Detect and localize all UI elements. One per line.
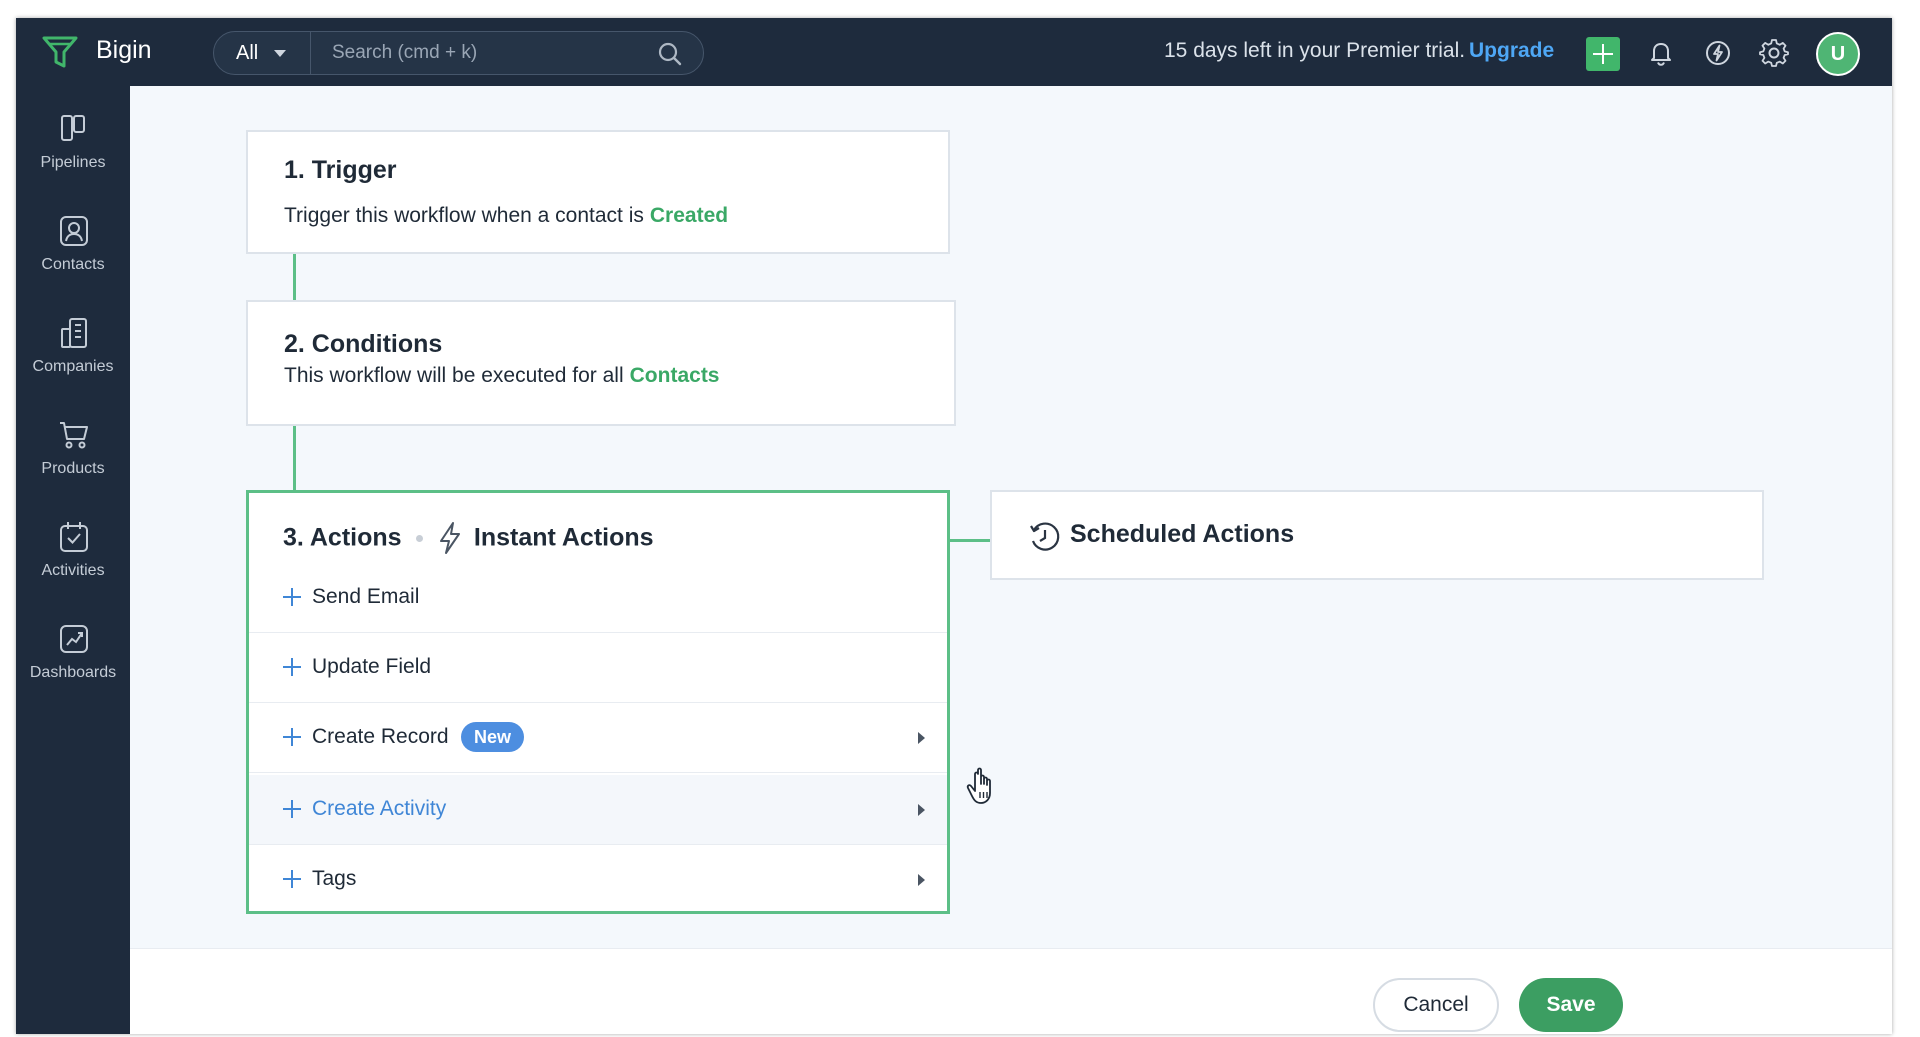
- action-update-field[interactable]: Update Field: [249, 633, 947, 703]
- action-label: Tags: [312, 867, 357, 890]
- sidebar-item-pipelines[interactable]: Pipelines: [16, 98, 130, 194]
- dashboard-chart-icon: [60, 625, 88, 653]
- trigger-card[interactable]: 1. Trigger Trigger this workflow when a …: [246, 130, 950, 254]
- sidebar-item-label: Contacts: [41, 256, 105, 273]
- workflow-canvas: 1. Trigger Trigger this workflow when a …: [130, 86, 1892, 948]
- actions-title: 3. Actions: [283, 523, 402, 552]
- pipelines-icon: [61, 115, 85, 141]
- action-label: Send Email: [312, 585, 420, 608]
- plus-icon: [283, 588, 301, 606]
- contacts-icon: [60, 216, 88, 246]
- chevron-right-icon: [918, 874, 925, 886]
- search-icon[interactable]: [657, 41, 683, 67]
- sidebar-item-label: Products: [41, 460, 105, 477]
- bigin-logo-icon[interactable]: [40, 32, 80, 72]
- scheduled-actions-title: Scheduled Actions: [1070, 520, 1295, 548]
- plus-icon: [283, 800, 301, 818]
- plus-icon: [283, 870, 301, 888]
- search-scope-dropdown[interactable]: All: [214, 32, 311, 74]
- app-window: Bigin All 15 days left in your Premier t…: [16, 18, 1892, 1034]
- sidebar-item-dashboards[interactable]: Dashboards: [16, 608, 130, 704]
- companies-icon: [61, 318, 87, 348]
- top-bar: Bigin All 15 days left in your Premier t…: [16, 18, 1892, 86]
- conditions-card[interactable]: 2. Conditions This workflow will be exec…: [246, 300, 956, 426]
- action-label: Create Record: [312, 725, 449, 748]
- save-button[interactable]: Save: [1519, 978, 1623, 1032]
- sidebar-item-label: Pipelines: [40, 154, 106, 171]
- caret-down-icon: [274, 50, 286, 57]
- hand-pointer-cursor-icon: [966, 767, 991, 804]
- sidebar-item-label: Companies: [32, 358, 114, 375]
- sidebar: Pipelines Contacts Companies Products Ac…: [16, 86, 130, 1034]
- instant-actions-label: Instant Actions: [473, 523, 654, 552]
- actions-header: 3. Actions Instant Actions: [283, 521, 654, 561]
- connector-line: [293, 426, 296, 490]
- scheduled-actions-card[interactable]: Scheduled Actions: [990, 490, 1764, 580]
- action-send-email[interactable]: Send Email: [249, 563, 947, 633]
- conditions-module-link[interactable]: Contacts: [630, 364, 720, 387]
- lightning-bolt-icon: [440, 522, 461, 554]
- bell-icon[interactable]: [1646, 38, 1676, 68]
- sidebar-item-label: Activities: [41, 562, 105, 579]
- connector-line: [950, 539, 990, 542]
- action-create-record[interactable]: Create Record New: [249, 703, 947, 773]
- action-tags[interactable]: Tags: [249, 845, 947, 915]
- footer-bar: Cancel Save: [130, 948, 1892, 1034]
- quick-create-plus-icon[interactable]: [1586, 37, 1620, 71]
- user-avatar[interactable]: U: [1816, 32, 1860, 76]
- sidebar-item-activities[interactable]: Activities: [16, 506, 130, 602]
- trigger-description: Trigger this workflow when a contact is C…: [284, 204, 728, 228]
- sidebar-item-products[interactable]: Products: [16, 404, 130, 500]
- sidebar-item-label: Dashboards: [29, 664, 117, 681]
- trigger-event-link[interactable]: Created: [650, 204, 728, 227]
- search-input[interactable]: [312, 32, 652, 74]
- action-create-activity[interactable]: Create Activity: [249, 775, 947, 845]
- sidebar-item-contacts[interactable]: Contacts: [16, 200, 130, 296]
- trigger-title: 1. Trigger: [284, 156, 397, 184]
- action-label: Create Activity: [312, 797, 447, 820]
- chevron-right-icon: [918, 732, 925, 744]
- search-scope-label: All: [236, 42, 259, 64]
- global-search: All: [213, 31, 704, 75]
- activity-bolt-icon[interactable]: [1703, 38, 1733, 68]
- plus-icon: [283, 728, 301, 746]
- cart-icon: [60, 422, 88, 449]
- chevron-right-icon: [918, 804, 925, 816]
- conditions-description: This workflow will be executed for all Co…: [284, 364, 720, 388]
- connector-line: [293, 254, 296, 300]
- gear-icon[interactable]: [1759, 38, 1789, 68]
- trial-status-text: 15 days left in your Premier trial.: [1164, 39, 1466, 62]
- new-badge: New: [461, 722, 525, 752]
- sidebar-item-companies[interactable]: Companies: [16, 302, 130, 398]
- plus-icon: [283, 658, 301, 676]
- calendar-check-icon: [60, 522, 88, 552]
- conditions-text: This workflow will be executed for all: [284, 364, 624, 387]
- clock-refresh-icon: [1030, 522, 1060, 551]
- cancel-button[interactable]: Cancel: [1373, 978, 1499, 1032]
- conditions-title: 2. Conditions: [284, 330, 443, 358]
- action-label: Update Field: [312, 655, 432, 678]
- actions-card: 3. Actions Instant Actions Send Email Up…: [246, 490, 950, 914]
- trigger-text: Trigger this workflow when a contact is: [284, 204, 644, 227]
- brand-name: Bigin: [96, 36, 152, 64]
- separator-dot: [416, 534, 423, 542]
- upgrade-link[interactable]: Upgrade: [1469, 39, 1554, 63]
